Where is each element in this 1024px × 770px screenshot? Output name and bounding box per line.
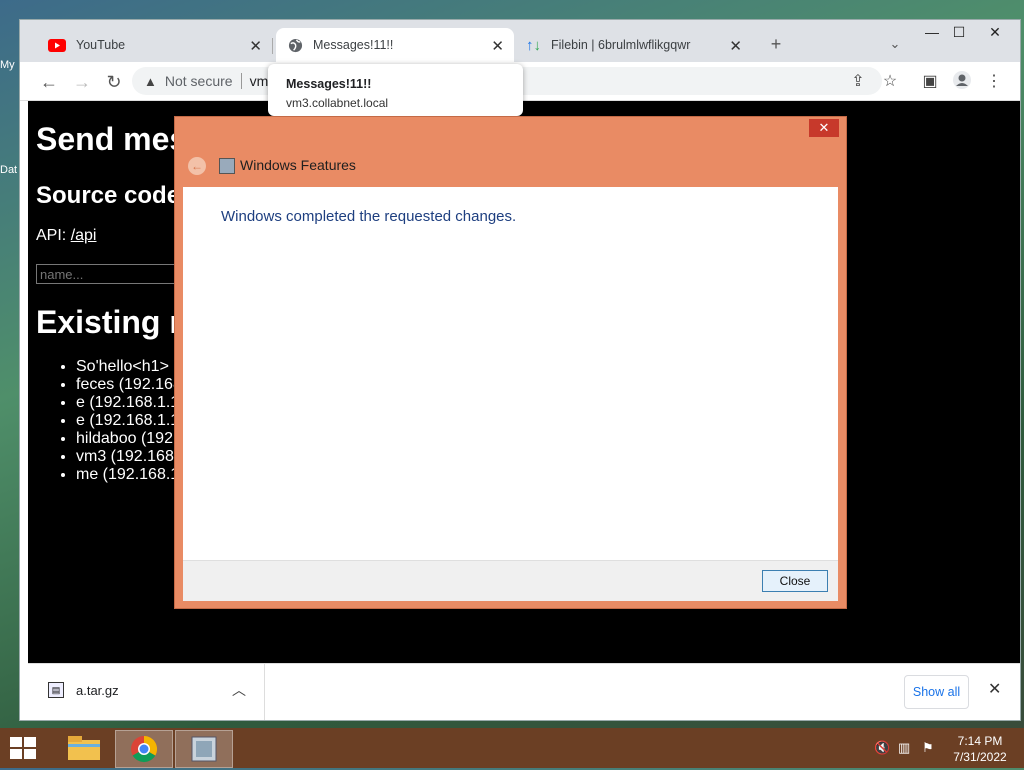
dialog-message: Windows completed the requested changes. bbox=[221, 208, 517, 225]
api-link[interactable]: /api bbox=[71, 227, 97, 244]
download-bar: ▤ a.tar.gz ︿ Show all ✕ bbox=[28, 663, 1020, 720]
message-list: So'hello<h1> ( feces (192.168 e (192.168… bbox=[36, 358, 182, 484]
forward-arrow-icon[interactable]: → bbox=[70, 70, 94, 94]
close-download-bar-icon[interactable]: ✕ bbox=[988, 679, 1001, 699]
volume-muted-icon[interactable]: 🔇 bbox=[874, 740, 890, 756]
tab-hover-card: Messages!11!! vm3.collabnet.local bbox=[268, 64, 523, 116]
windows-features-app-icon[interactable] bbox=[175, 730, 233, 768]
tab-search-chevron-icon[interactable]: ⌄ bbox=[883, 32, 907, 56]
close-tab-icon[interactable]: ✕ bbox=[491, 37, 504, 55]
tab-messages[interactable]: Messages!11!! ✕ bbox=[276, 28, 514, 62]
clock-time: 7:14 PM bbox=[957, 734, 1003, 748]
globe-icon bbox=[288, 38, 303, 52]
back-arrow-icon[interactable]: ← bbox=[188, 157, 206, 175]
list-item: feces (192.168 bbox=[76, 376, 182, 394]
tab-youtube[interactable]: YouTube ✕ bbox=[40, 28, 272, 62]
dialog-body: Windows completed the requested changes. bbox=[183, 187, 838, 560]
side-panel-icon[interactable]: ▣ bbox=[918, 70, 942, 94]
tab-title: YouTube bbox=[76, 38, 126, 52]
profile-avatar-icon[interactable] bbox=[950, 70, 974, 94]
chrome-icon[interactable] bbox=[115, 730, 173, 768]
address-divider bbox=[240, 73, 242, 89]
clock-date: 7/31/2022 bbox=[953, 750, 1007, 764]
close-button[interactable]: Close bbox=[762, 570, 828, 592]
dialog-close-icon[interactable]: ✕ bbox=[809, 119, 839, 137]
close-window-icon[interactable]: ✕ bbox=[980, 24, 1010, 41]
show-all-button[interactable]: Show all bbox=[904, 675, 969, 709]
source-code-heading: Source code bbox=[36, 182, 181, 209]
list-item: So'hello<h1> ( bbox=[76, 358, 182, 376]
tab-divider bbox=[272, 38, 273, 54]
tab-strip: YouTube ✕ Messages!11!! ✕ ↑↓ Filebin | 6… bbox=[20, 20, 1020, 62]
hover-card-host: vm3.collabnet.local bbox=[286, 96, 389, 110]
list-item: vm3 (192.168. bbox=[76, 448, 182, 466]
url-text: vm bbox=[249, 73, 269, 89]
back-arrow-icon[interactable]: ← bbox=[37, 70, 61, 94]
windows-start-icon[interactable] bbox=[10, 736, 38, 760]
hover-card-title: Messages!11!! bbox=[286, 77, 372, 91]
api-line: API: /api bbox=[36, 227, 96, 245]
tab-title: Messages!11!! bbox=[313, 38, 394, 52]
close-tab-icon[interactable]: ✕ bbox=[249, 37, 262, 55]
download-item[interactable]: ▤ a.tar.gz ︿ bbox=[28, 664, 265, 720]
youtube-icon bbox=[48, 38, 66, 52]
bookmark-star-icon[interactable]: ☆ bbox=[878, 70, 902, 94]
file-explorer-icon[interactable] bbox=[56, 730, 112, 766]
page-title: Send mes bbox=[36, 121, 188, 157]
action-center-flag-icon[interactable]: ⚑ bbox=[922, 740, 934, 756]
security-label: Not secure bbox=[164, 73, 233, 89]
desktop-icon-data[interactable]: Dat bbox=[0, 164, 17, 176]
system-clock[interactable]: 7:14 PM 7/31/2022 bbox=[946, 733, 1014, 765]
updown-arrows-icon: ↑↓ bbox=[526, 36, 541, 54]
taskbar: 🔇 ▥ ⚑ 7:14 PM 7/31/2022 bbox=[0, 728, 1024, 768]
desktop-icon-my-computer[interactable]: My bbox=[0, 59, 15, 71]
new-tab-icon[interactable]: + bbox=[764, 32, 788, 56]
existing-messages-heading: Existing r bbox=[36, 304, 182, 340]
list-item: hildaboo (192. bbox=[76, 430, 182, 448]
desktop-icon-label: My bbox=[0, 59, 15, 71]
dialog-title: Windows Features bbox=[240, 157, 356, 173]
chevron-up-icon[interactable]: ︿ bbox=[232, 680, 246, 700]
tab-filebin[interactable]: ↑↓ Filebin | 6brulmlwflikgqwr ✕ bbox=[518, 28, 752, 62]
close-tab-icon[interactable]: ✕ bbox=[729, 37, 742, 55]
api-label: API: bbox=[36, 227, 71, 244]
windows-features-dialog: ✕ ← Windows Features Windows completed t… bbox=[175, 117, 846, 608]
tab-title: Filebin | 6brulmlwflikgqwr bbox=[551, 38, 691, 52]
list-item: e (192.168.1.1 bbox=[76, 394, 182, 412]
list-item: me (192.168.1 bbox=[76, 466, 182, 484]
network-icon[interactable]: ▥ bbox=[898, 740, 910, 756]
maximize-icon[interactable]: ☐ bbox=[944, 24, 974, 41]
kebab-menu-icon[interactable]: ⋮ bbox=[982, 70, 1006, 94]
minimize-icon[interactable]: — bbox=[917, 24, 947, 40]
warning-triangle-icon: ▲ bbox=[144, 73, 157, 89]
name-input[interactable] bbox=[36, 264, 194, 284]
archive-file-icon: ▤ bbox=[48, 682, 64, 698]
download-file-name: a.tar.gz bbox=[76, 683, 119, 698]
windows-features-icon bbox=[219, 158, 235, 174]
reload-icon[interactable]: ↻ bbox=[102, 70, 126, 94]
share-icon[interactable]: ⇪ bbox=[846, 70, 870, 94]
dialog-footer: Close bbox=[183, 560, 838, 601]
list-item: e (192.168.1.1 bbox=[76, 412, 182, 430]
desktop-icon-label: Dat bbox=[0, 164, 18, 176]
